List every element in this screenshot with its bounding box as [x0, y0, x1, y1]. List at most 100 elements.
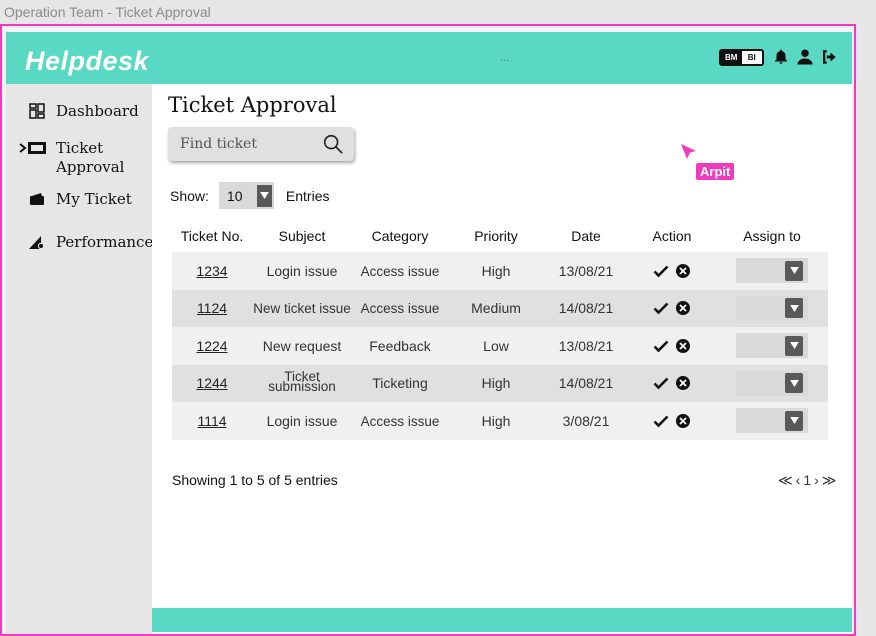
sidebar-item-performance[interactable]: Performance	[6, 233, 154, 252]
action-cell	[628, 327, 716, 365]
app-frame: Helpdesk ... BM BI Dashboard Ticket Appr…	[0, 24, 856, 636]
chevron-down-icon[interactable]	[785, 373, 803, 394]
assign-cell	[716, 364, 828, 402]
subject-cell: New ticket issue	[252, 289, 352, 327]
chevron-down-icon[interactable]	[256, 184, 272, 207]
sidebar-item-ticket-approval[interactable]: Ticket Approval	[2, 139, 152, 177]
header-dots: ...	[500, 52, 510, 64]
user-icon[interactable]	[796, 48, 814, 66]
language-toggle[interactable]: BM BI	[719, 49, 764, 66]
approve-check-icon[interactable]	[653, 263, 669, 279]
date-cell: 14/08/21	[544, 289, 628, 327]
assign-cell	[716, 289, 828, 327]
col-assign-to: Assign to	[743, 228, 801, 244]
chevron-down-icon[interactable]	[785, 298, 803, 319]
next-page-button[interactable]: ›	[814, 472, 819, 489]
bottom-bar	[152, 608, 852, 632]
reject-x-icon[interactable]	[675, 375, 691, 391]
reject-x-icon[interactable]	[675, 263, 691, 279]
ticket-number-link[interactable]: 1244	[172, 364, 252, 402]
ticket-table: Ticket No. Subject Category Priority Dat…	[172, 220, 828, 440]
sidebar: Dashboard Ticket Approval My Ticket Perf…	[6, 84, 154, 634]
window-title: Operation Team - Ticket Approval	[4, 4, 211, 20]
ticket-icon	[18, 139, 48, 157]
approve-check-icon[interactable]	[653, 375, 669, 391]
action-cell	[628, 402, 716, 440]
assign-select[interactable]	[736, 333, 808, 359]
sidebar-item-dashboard[interactable]: Dashboard	[6, 102, 152, 121]
col-priority[interactable]: Priority	[448, 220, 544, 252]
reject-x-icon[interactable]	[675, 413, 691, 429]
category-cell: Access issue	[352, 289, 448, 327]
page-title: Ticket Approval	[168, 93, 337, 117]
table-row: 1124 New ticket issue Access issue Medium 14…	[172, 289, 828, 327]
assign-select[interactable]	[736, 408, 808, 434]
approve-check-icon[interactable]	[653, 338, 669, 354]
cursor-pointer-icon	[681, 144, 696, 159]
subject-cell: Ticket submission	[252, 364, 352, 402]
logout-icon[interactable]	[820, 48, 838, 66]
page-number[interactable]: 1	[803, 472, 811, 489]
subject-cell: Login issue	[252, 402, 352, 440]
sidebar-item-label: Ticket Approval	[56, 139, 125, 176]
prev-page-button[interactable]: ‹	[796, 472, 801, 489]
performance-icon	[26, 233, 48, 251]
subject-cell: Login issue	[252, 252, 352, 290]
date-cell: 13/08/21	[544, 252, 628, 290]
category-cell-text: Access issue	[360, 263, 440, 279]
table-row: 1114 Login issue Access issue High 3/08/21	[172, 402, 828, 440]
priority-cell: High	[448, 252, 544, 290]
main-content: Ticket Approval Show: 10 Entries Ticket …	[152, 84, 852, 634]
ticket-number-link[interactable]: 1114	[172, 402, 252, 440]
chevron-down-icon[interactable]	[785, 335, 803, 356]
col-date[interactable]: Date	[544, 220, 628, 252]
category-cell: Feedback	[352, 327, 448, 365]
entries-label: Entries	[285, 187, 330, 204]
show-label: Show:	[170, 187, 209, 204]
assign-cell	[716, 252, 828, 290]
lang-bi[interactable]: BI	[741, 51, 762, 64]
reject-x-icon[interactable]	[675, 300, 691, 316]
col-action: Action	[652, 228, 692, 244]
col-category[interactable]: Category	[352, 220, 448, 252]
subject-cell-text: New ticket issue	[253, 301, 351, 317]
chevron-down-icon[interactable]	[785, 260, 803, 281]
reject-x-icon[interactable]	[675, 338, 691, 354]
first-page-button[interactable]: ≪	[778, 472, 793, 489]
category-cell-text: Access issue	[360, 413, 440, 429]
ticket-number-link[interactable]: 1234	[172, 252, 252, 290]
category-cell: Access issue	[352, 252, 448, 290]
action-cell	[628, 364, 716, 402]
search-input[interactable]	[168, 127, 318, 161]
sidebar-item-my-ticket[interactable]: My Ticket	[6, 190, 152, 209]
ticket-number-link[interactable]: 1124	[172, 289, 252, 327]
ticket-number-link[interactable]: 1224	[172, 327, 252, 365]
table-row: 1224 New request Feedback Low 13/08/21	[172, 327, 828, 365]
search-icon[interactable]	[322, 133, 344, 155]
bell-icon[interactable]	[772, 48, 790, 66]
lang-bm[interactable]: BM	[721, 51, 742, 64]
table-row: 1234 Login issue Access issue High 13/08/21	[172, 252, 828, 290]
sidebar-item-label: Performance	[56, 233, 154, 251]
last-page-button[interactable]: ≫	[822, 472, 837, 489]
assign-select[interactable]	[736, 258, 808, 284]
priority-cell: High	[448, 364, 544, 402]
show-entries-row: Show: 10 Entries	[170, 182, 330, 209]
entries-select[interactable]: 10	[218, 182, 274, 209]
chevron-down-icon[interactable]	[785, 410, 803, 431]
approve-check-icon[interactable]	[653, 413, 669, 429]
assign-cell	[716, 402, 828, 440]
col-ticket-no[interactable]: Ticket No.	[172, 220, 252, 252]
entries-select-value: 10	[226, 187, 243, 204]
search-box[interactable]	[168, 127, 354, 161]
priority-cell: Medium	[448, 289, 544, 327]
date-cell: 3/08/21	[544, 402, 628, 440]
subject-cell: New request	[252, 327, 352, 365]
approve-check-icon[interactable]	[653, 300, 669, 316]
assign-select[interactable]	[736, 370, 808, 396]
pagination: ≪ ‹ 1 › ≫	[778, 472, 836, 489]
assign-select[interactable]	[736, 295, 808, 321]
showing-entries-text: Showing 1 to 5 of 5 entries	[172, 472, 338, 488]
col-subject[interactable]: Subject	[252, 220, 352, 252]
action-cell	[628, 252, 716, 290]
